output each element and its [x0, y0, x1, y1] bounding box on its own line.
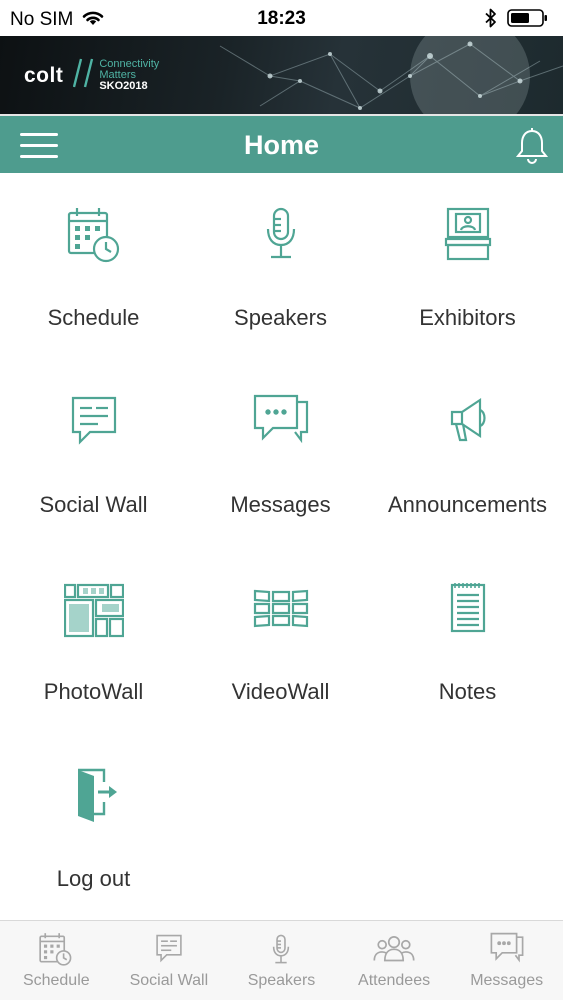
speakers-tile[interactable]: Speakers [187, 173, 374, 360]
bluetooth-icon [485, 8, 497, 33]
calendar-clock-icon [0, 205, 187, 265]
notes-tile[interactable]: Notes [374, 547, 561, 734]
brand-tagline: Connectivity Matters SKO2018 [99, 59, 159, 92]
chat-bubbles-icon [187, 392, 374, 452]
speech-bubble-icon [113, 931, 226, 965]
tab-label: Social Wall [129, 972, 209, 989]
social-wall-tile[interactable]: Social Wall [0, 360, 187, 547]
brand-logo: colt Connectivity Matters SKO2018 [24, 58, 159, 93]
tab-schedule[interactable]: Schedule [0, 921, 113, 1000]
videowall-tile[interactable]: VideoWall [187, 547, 374, 734]
tile-label: Notes [438, 679, 497, 704]
tab-attendees[interactable]: Attendees [338, 921, 451, 1000]
event-banner: colt Connectivity Matters SKO2018 [0, 36, 563, 114]
status-right [485, 8, 549, 33]
tab-speakers[interactable]: Speakers [225, 921, 338, 1000]
tab-label: Schedule [22, 972, 90, 989]
battery-icon [507, 8, 549, 33]
messages-tile[interactable]: Messages [187, 360, 374, 547]
tab-label: Attendees [358, 972, 431, 989]
schedule-tile[interactable]: Schedule [0, 173, 187, 360]
tab-label: Speakers [247, 972, 316, 989]
tab-messages[interactable]: Messages [450, 921, 563, 1000]
tile-label: Messages [230, 492, 331, 517]
slash-mark-icon [73, 58, 95, 93]
tab-label: Messages [470, 972, 544, 989]
speech-bubble-icon [0, 392, 187, 452]
brand-name: colt [24, 63, 64, 87]
exhibitor-booth-icon [374, 205, 561, 265]
announcements-tile[interactable]: Announcements [374, 360, 561, 547]
status-bar: No SIM 18:23 [0, 0, 563, 36]
photowall-tile[interactable]: PhotoWall [0, 547, 187, 734]
page-title: Home [243, 130, 319, 160]
tile-label: Schedule [47, 305, 140, 330]
tab-bar: Schedule Social Wall Speakers Attendees … [0, 920, 563, 1000]
tile-label: Log out [56, 866, 131, 891]
tile-label: Social Wall [39, 492, 148, 517]
tile-label: VideoWall [231, 679, 330, 704]
calendar-clock-icon [0, 931, 113, 967]
tile-label: PhotoWall [43, 679, 144, 704]
nav-bar: Home [0, 114, 563, 173]
notepad-icon [374, 579, 561, 639]
status-time: 18:23 [257, 8, 306, 29]
logout-tile[interactable]: Log out [0, 734, 187, 921]
microphone-icon [225, 931, 338, 967]
tile-label: Speakers [234, 305, 327, 330]
photo-grid-icon [0, 579, 187, 639]
notification-bell-icon[interactable] [515, 128, 549, 164]
tile-label: Announcements [388, 492, 547, 517]
video-wall-icon [187, 579, 374, 639]
event-name: SKO2018 [99, 80, 148, 92]
microphone-icon [187, 205, 374, 265]
megaphone-icon [374, 392, 561, 452]
logout-door-icon [0, 766, 187, 826]
tab-social-wall[interactable]: Social Wall [113, 921, 226, 1000]
exhibitors-tile[interactable]: Exhibitors [374, 173, 561, 360]
people-icon [338, 931, 451, 965]
tile-label: Exhibitors [419, 305, 516, 330]
chat-bubbles-icon [450, 931, 563, 965]
